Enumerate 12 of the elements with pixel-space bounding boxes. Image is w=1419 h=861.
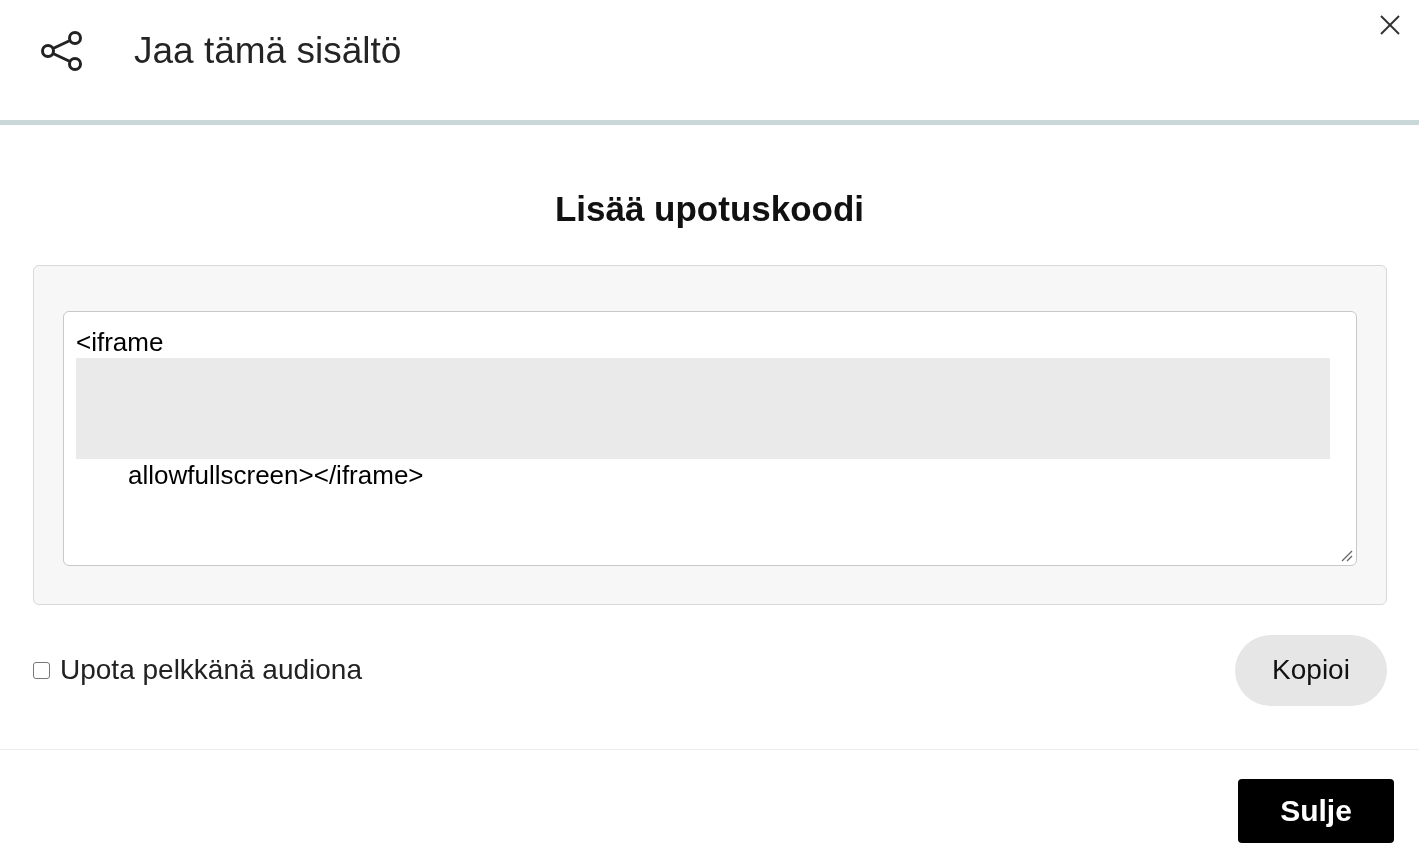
section-heading: Lisää upotuskoodi (553, 189, 866, 229)
code-line: allowfullscreen></iframe> (127, 459, 425, 491)
checkbox[interactable] (33, 661, 50, 679)
resize-handle-icon[interactable] (1340, 549, 1353, 562)
close-button[interactable]: Sulje (1238, 779, 1394, 843)
dialog-title: Jaa tämä sisältö (134, 30, 402, 72)
close-icon[interactable] (1379, 14, 1401, 36)
copy-button[interactable]: Kopioi (1235, 634, 1387, 706)
code-line: <iframe (76, 326, 165, 358)
checkbox-label: Upota pelkkänä audiona (60, 654, 362, 686)
embed-code-field[interactable]: <iframe allowfullscreen></iframe> (63, 311, 1357, 566)
share-icon (40, 29, 84, 73)
